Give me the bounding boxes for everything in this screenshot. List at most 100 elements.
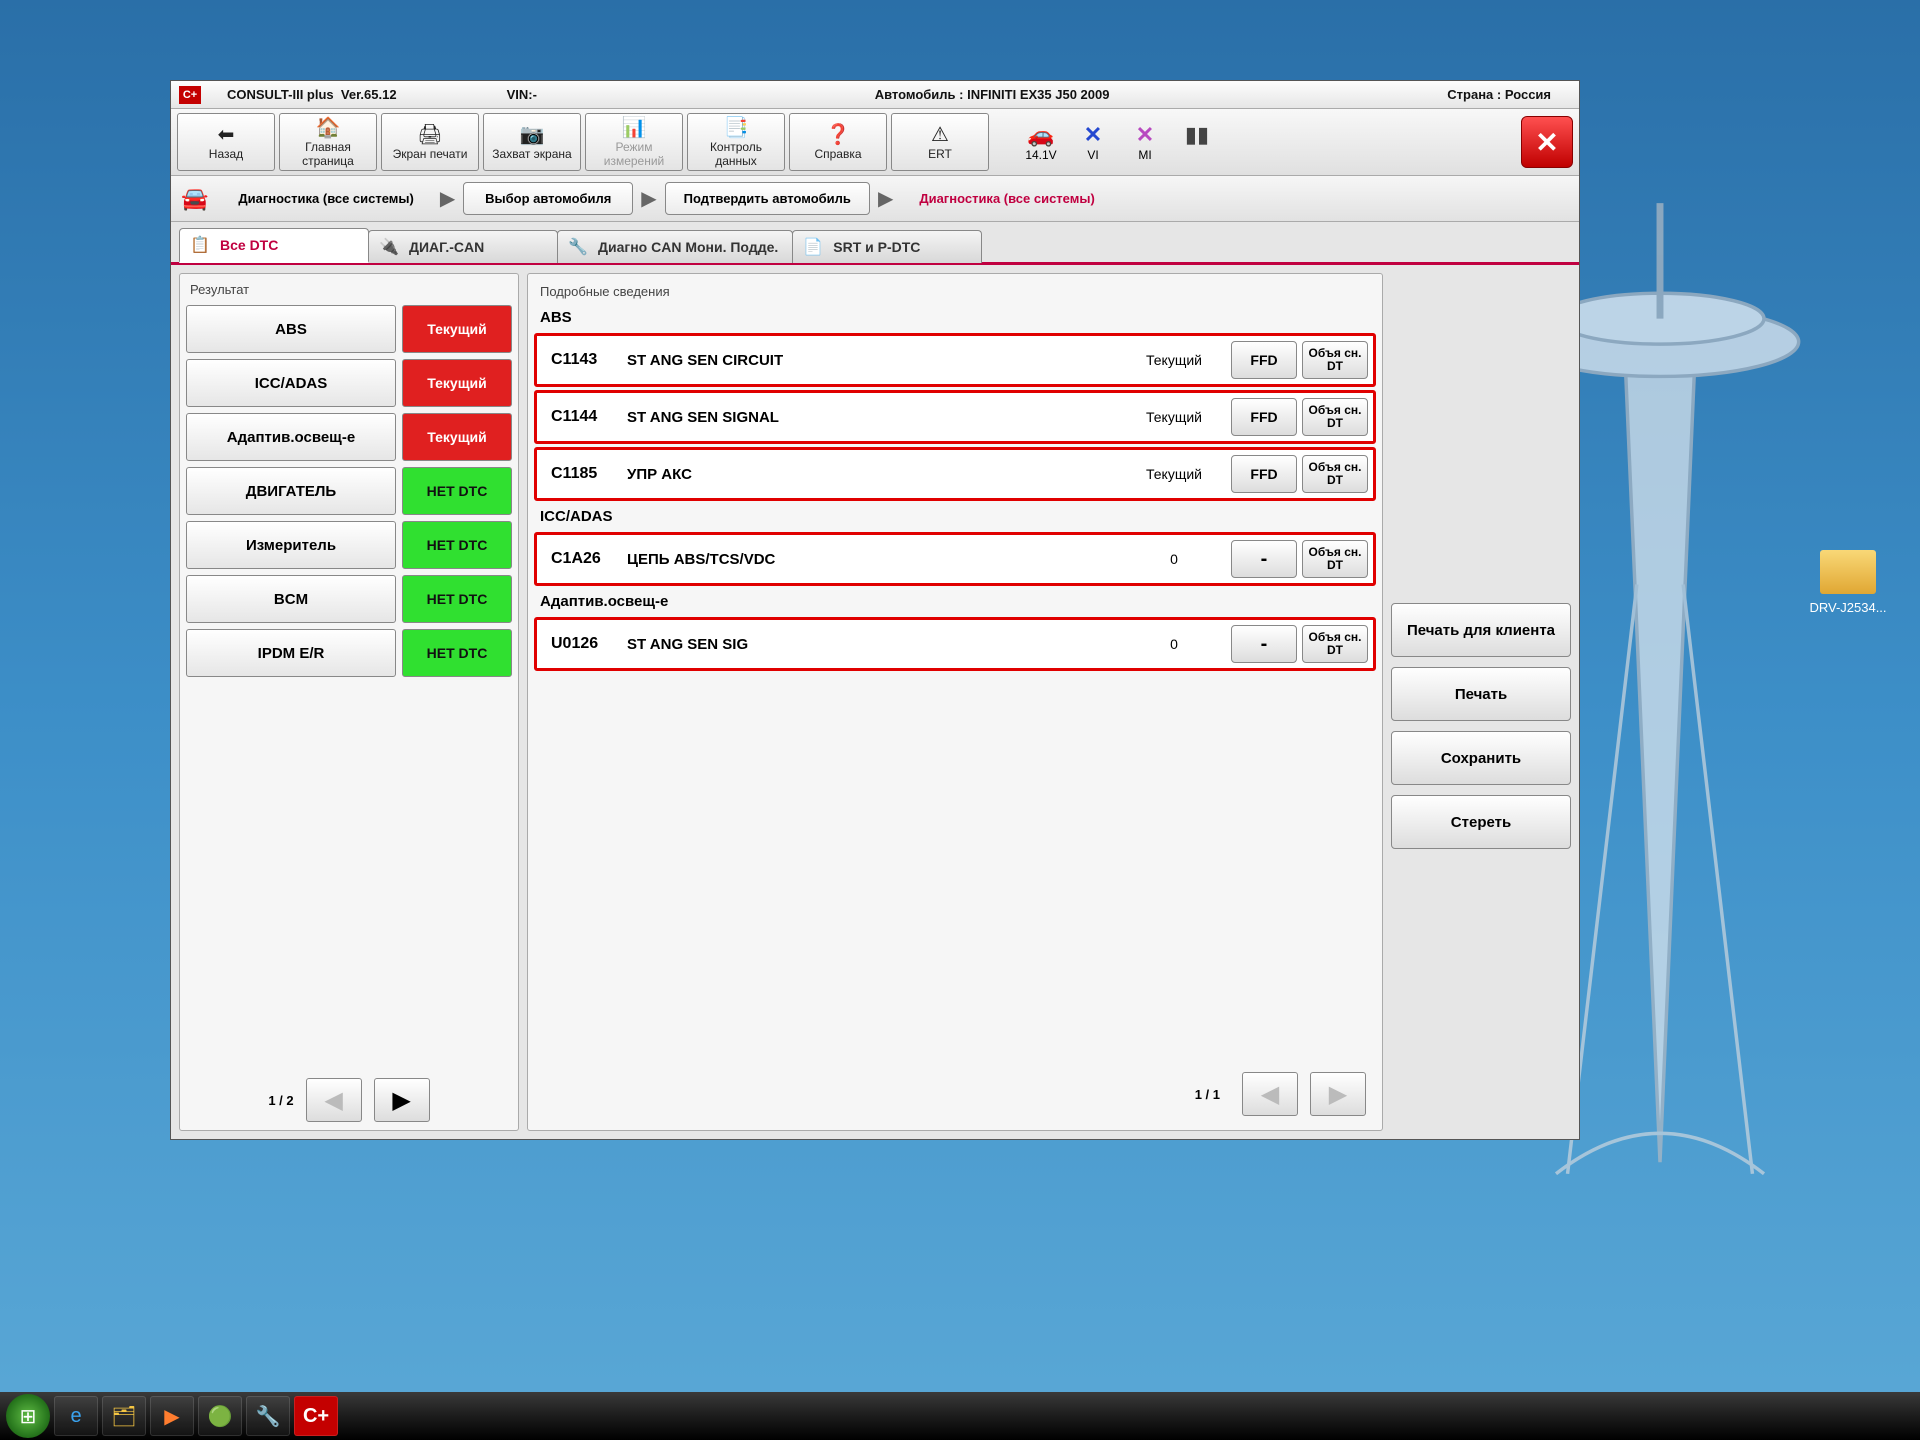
system-row: Адаптив.освещ-еТекущий <box>186 413 512 461</box>
dtc-row[interactable]: C1185УПР АКСТекущийFFDОбъя сн. DT <box>534 447 1376 501</box>
details-prev-button[interactable]: ◀ <box>1242 1072 1298 1116</box>
explanation-button[interactable]: Объя сн. DT <box>1302 540 1368 578</box>
car-icon: 🚗 <box>1027 122 1054 148</box>
explanation-button[interactable]: Объя сн. DT <box>1302 455 1368 493</box>
system-name-button[interactable]: Адаптив.освещ-е <box>186 413 396 461</box>
dtc-group: ABS C1143ST ANG SEN CIRCUITТекущийFFDОбъя… <box>534 305 1376 501</box>
dtc-description: ST ANG SEN SIG <box>627 636 1122 653</box>
tab-can-monitor[interactable]: 🔧 Диагно CAN Мони. Подде. <box>557 230 793 263</box>
measurement-mode-button[interactable]: 📊 Режим измерений <box>585 113 683 171</box>
dtc-status: Текущий <box>1122 466 1226 482</box>
dtc-group-label: ABS <box>534 305 1376 330</box>
x-icon: ✕ <box>1084 122 1102 148</box>
car-diag-icon: 🚘 <box>181 186 208 212</box>
ffd-button[interactable]: FFD <box>1231 398 1297 436</box>
titlebar: C+ CONSULT-III plus Ver.65.12 VIN:- Авто… <box>171 81 1579 109</box>
results-panel: Результат ABSТекущийICC/ADASТекущийАдапт… <box>179 273 519 1131</box>
dtc-code: C1144 <box>537 408 627 426</box>
bc-step-0[interactable]: Диагностика (все системы) <box>220 183 431 214</box>
system-name-button[interactable]: Измеритель <box>186 521 396 569</box>
dtc-description: ЦЕПЬ ABS/TCS/VDC <box>627 551 1122 568</box>
document-icon: 📄 <box>803 237 823 257</box>
dtc-row[interactable]: C1144ST ANG SEN SIGNALТекущийFFDОбъя сн.… <box>534 390 1376 444</box>
dtc-description: ST ANG SEN SIGNAL <box>627 409 1122 426</box>
tab-diag-can[interactable]: 🔌 ДИАГ.-CAN <box>368 230 558 263</box>
vi-status: ✕ VI <box>1071 122 1115 162</box>
vi-label: VI <box>1087 148 1098 162</box>
vehicle-label: Автомобиль : INFINITI EX35 J50 2009 <box>537 87 1447 102</box>
network-icon: 🔌 <box>379 237 399 257</box>
dtc-code: U0126 <box>537 635 627 653</box>
erase-button[interactable]: Стереть <box>1391 795 1571 849</box>
mi-status: ✕ MI <box>1123 122 1167 162</box>
print-for-client-button[interactable]: Печать для клиента <box>1391 603 1571 657</box>
screen-capture-button[interactable]: 📷 Захват экрана <box>483 113 581 171</box>
mi-label: MI <box>1138 148 1151 162</box>
tab-all-dtc[interactable]: 📋 Все DTC <box>179 228 369 263</box>
ffd-button[interactable]: - <box>1231 625 1297 663</box>
help-button[interactable]: ❓ Справка <box>789 113 887 171</box>
tab-label: SRT и P-DTC <box>833 239 920 255</box>
system-name-button[interactable]: ABS <box>186 305 396 353</box>
warning-icon: ⚠ <box>927 123 953 145</box>
back-button[interactable]: ⬅ Назад <box>177 113 275 171</box>
system-name-button[interactable]: ICC/ADAS <box>186 359 396 407</box>
details-next-button[interactable]: ▶ <box>1310 1072 1366 1116</box>
results-next-button[interactable]: ▶ <box>374 1078 430 1122</box>
home-button[interactable]: 🏠 Главная страница <box>279 113 377 171</box>
system-name-button[interactable]: ДВИГАТЕЛЬ <box>186 467 396 515</box>
list-icon: 📋 <box>190 235 210 255</box>
explanation-button[interactable]: Объя сн. DT <box>1302 341 1368 379</box>
taskbar-media[interactable]: ▶ <box>150 1396 194 1436</box>
taskbar-consult[interactable]: C+ <box>294 1396 338 1436</box>
windows-taskbar[interactable]: ⊞ e 🗂 ▶ 🟢 🔧 C+ <box>0 1392 1920 1440</box>
app-logo-icon: C+ <box>179 86 201 104</box>
arrow-left-icon: ⬅ <box>213 123 239 145</box>
help-label: Справка <box>814 147 861 161</box>
results-prev-button[interactable]: ◀ <box>306 1078 362 1122</box>
explanation-button[interactable]: Объя сн. DT <box>1302 398 1368 436</box>
bc-step-2[interactable]: Подтвердить автомобиль <box>665 182 870 215</box>
system-status: НЕТ DTC <box>402 575 512 623</box>
dtc-row[interactable]: C1A26ЦЕПЬ ABS/TCS/VDC0-Объя сн. DT <box>534 532 1376 586</box>
dtc-description: ST ANG SEN CIRCUIT <box>627 352 1122 369</box>
start-button[interactable]: ⊞ <box>6 1394 50 1438</box>
system-status: НЕТ DTC <box>402 467 512 515</box>
printer-icon: 🖨 <box>417 123 443 145</box>
ffd-button[interactable]: - <box>1231 540 1297 578</box>
results-pager: 1 / 2 ◀ ▶ <box>180 1066 518 1130</box>
dtc-group: Адаптив.освещ-е U0126ST ANG SEN SIG0-Объя… <box>534 589 1376 671</box>
dtc-group-label: Адаптив.освещ-е <box>534 589 1376 614</box>
ffd-button[interactable]: FFD <box>1231 341 1297 379</box>
bc-step-1[interactable]: Выбор автомобиля <box>463 182 633 215</box>
recorded-data-button[interactable]: 📑 Контроль данных <box>687 113 785 171</box>
print-button[interactable]: Печать <box>1391 667 1571 721</box>
taskbar-explorer[interactable]: 🗂 <box>102 1396 146 1436</box>
system-status: Текущий <box>402 305 512 353</box>
taskbar-ie[interactable]: e <box>54 1396 98 1436</box>
chevron-right-icon: ▶ <box>440 186 455 211</box>
ert-button[interactable]: ⚠ ERT <box>891 113 989 171</box>
dtc-code: C1A26 <box>537 550 627 568</box>
system-status: Текущий <box>402 359 512 407</box>
system-name-button[interactable]: IPDM E/R <box>186 629 396 677</box>
save-button[interactable]: Сохранить <box>1391 731 1571 785</box>
desktop-folder[interactable]: DRV-J2534... <box>1808 550 1888 615</box>
taskbar-tools[interactable]: 🔧 <box>246 1396 290 1436</box>
bc-step-active: Диагностика (все системы) <box>901 183 1112 214</box>
dtc-row[interactable]: C1143ST ANG SEN CIRCUITТекущийFFDОбъя сн… <box>534 333 1376 387</box>
tab-srt-pdtc[interactable]: 📄 SRT и P-DTC <box>792 230 982 263</box>
help-icon: ❓ <box>825 123 851 145</box>
explanation-button[interactable]: Объя сн. DT <box>1302 625 1368 663</box>
print-screen-button[interactable]: 🖨 Экран печати <box>381 113 479 171</box>
ffd-button[interactable]: FFD <box>1231 455 1297 493</box>
x-icon: ✕ <box>1136 122 1154 148</box>
details-pager: 1 / 1 ◀ ▶ <box>534 1060 1376 1124</box>
system-name-button[interactable]: BCM <box>186 575 396 623</box>
gauge-icon: 📊 <box>621 116 647 138</box>
taskbar-chrome[interactable]: 🟢 <box>198 1396 242 1436</box>
battery-status: ▮▮ <box>1175 122 1219 162</box>
system-row: ABSТекущий <box>186 305 512 353</box>
close-button[interactable]: ✕ <box>1521 116 1573 168</box>
dtc-row[interactable]: U0126ST ANG SEN SIG0-Объя сн. DT <box>534 617 1376 671</box>
